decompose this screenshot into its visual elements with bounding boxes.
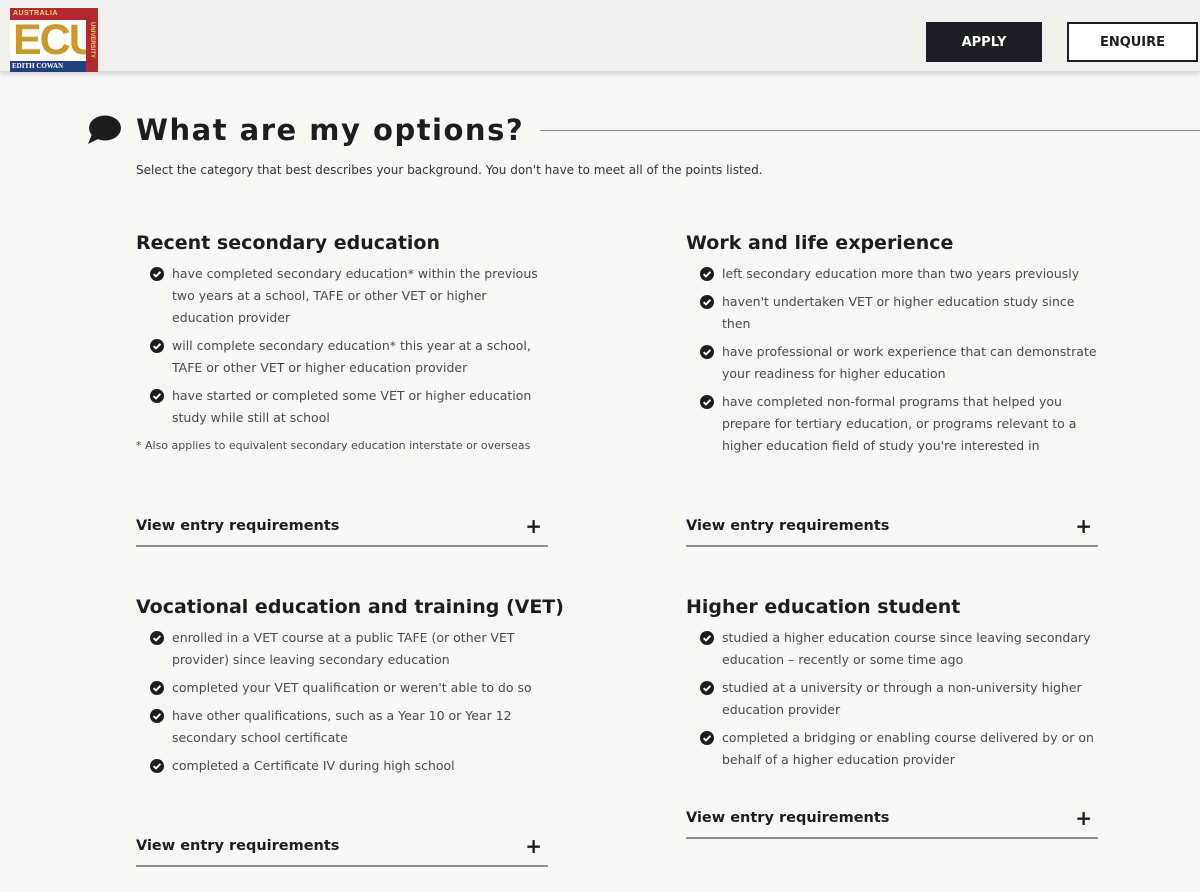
view-entry-requirements-toggle[interactable]: View entry requirements +	[136, 827, 548, 867]
check-circle-icon	[150, 709, 164, 723]
point-text: studied at a university or through a non…	[722, 680, 1082, 717]
entry-label: View entry requirements	[686, 810, 890, 826]
point-text: completed a bridging or enabling course …	[722, 730, 1094, 767]
check-circle-icon	[150, 339, 164, 353]
check-circle-icon	[700, 681, 714, 695]
apply-button[interactable]: APPLY	[926, 22, 1042, 62]
point-text: left secondary education more than two y…	[722, 266, 1080, 281]
points-list: have completed secondary education* with…	[136, 263, 548, 429]
point-text: have started or completed some VET or hi…	[172, 388, 532, 425]
logo-bottom-text: EDITH COWAN	[10, 61, 86, 72]
logo-side-text: UNIVERSITY	[86, 8, 98, 72]
point-text: studied a higher education course since …	[722, 630, 1091, 667]
card-recent-secondary: Recent secondary education have complete…	[136, 229, 548, 569]
card-higher-education-student: Higher education student studied a highe…	[686, 593, 1098, 863]
card-title: Recent secondary education	[136, 232, 440, 254]
entry-label: View entry requirements	[136, 838, 340, 854]
check-circle-icon	[150, 681, 164, 695]
view-entry-requirements-toggle[interactable]: View entry requirements +	[136, 507, 548, 547]
logo-letters-text: ECU	[13, 16, 86, 64]
check-circle-icon	[150, 267, 164, 281]
points-list: enrolled in a VET course at a public TAF…	[136, 627, 548, 777]
card-title: Higher education student	[686, 596, 961, 618]
speech-bubble-icon	[88, 115, 121, 144]
ecu-logo[interactable]: AUSTRALIA ECU EDITH COWAN UNIVERSITY	[10, 8, 98, 72]
point-text: have other qualifications, such as a Yea…	[172, 708, 512, 745]
check-circle-icon	[700, 395, 714, 409]
point-text: have professional or work experience tha…	[722, 344, 1097, 381]
list-item: completed a Certificate IV during high s…	[136, 755, 548, 777]
plus-icon: +	[525, 514, 542, 538]
list-item: have completed secondary education* with…	[136, 263, 548, 329]
entry-label: View entry requirements	[136, 518, 340, 534]
list-item: studied a higher education course since …	[686, 627, 1098, 671]
logo-mark: AUSTRALIA ECU EDITH COWAN	[10, 8, 86, 72]
list-item: completed your VET qualification or were…	[136, 677, 548, 699]
list-item: have completed non-formal programs that …	[686, 391, 1098, 457]
list-item: studied at a university or through a non…	[686, 677, 1098, 721]
card-vet: Vocational education and training (VET) …	[136, 593, 564, 883]
point-text: enrolled in a VET course at a public TAF…	[172, 630, 515, 667]
site-header: AUSTRALIA ECU EDITH COWAN UNIVERSITY APP…	[0, 0, 1200, 72]
list-item: completed a bridging or enabling course …	[686, 727, 1098, 771]
check-circle-icon	[700, 267, 714, 281]
list-item: enrolled in a VET course at a public TAF…	[136, 627, 548, 671]
view-entry-requirements-toggle[interactable]: View entry requirements +	[686, 799, 1098, 839]
points-list: studied a higher education course since …	[686, 627, 1098, 771]
section-heading: What are my options?	[86, 110, 1200, 150]
section-subtitle: Select the category that best describes …	[136, 163, 763, 177]
point-text: haven't undertaken VET or higher educati…	[722, 294, 1075, 331]
card-work-life-experience: Work and life experience left secondary …	[686, 229, 1098, 569]
card-title: Work and life experience	[686, 232, 954, 254]
point-text: completed your VET qualification or were…	[172, 680, 532, 695]
footnote: * Also applies to equivalent secondary e…	[136, 439, 531, 452]
check-circle-icon	[150, 759, 164, 773]
check-circle-icon	[150, 389, 164, 403]
check-circle-icon	[700, 731, 714, 745]
list-item: will complete secondary education* this …	[136, 335, 548, 379]
list-item: left secondary education more than two y…	[686, 263, 1098, 285]
point-text: completed a Certificate IV during high s…	[172, 758, 455, 773]
point-text: will complete secondary education* this …	[172, 338, 531, 375]
list-item: have professional or work experience tha…	[686, 341, 1098, 385]
view-entry-requirements-toggle[interactable]: View entry requirements +	[686, 507, 1098, 547]
list-item: have started or completed some VET or hi…	[136, 385, 548, 429]
check-circle-icon	[700, 295, 714, 309]
enquire-button[interactable]: ENQUIRE	[1067, 22, 1198, 62]
point-text: have completed non-formal programs that …	[722, 394, 1077, 453]
point-text: have completed secondary education* with…	[172, 266, 538, 325]
plus-icon: +	[1075, 514, 1092, 538]
check-circle-icon	[700, 345, 714, 359]
points-list: left secondary education more than two y…	[686, 263, 1098, 457]
logo-letters: ECU	[13, 18, 86, 62]
title-divider	[540, 129, 1200, 131]
list-item: haven't undertaken VET or higher educati…	[686, 291, 1098, 335]
check-circle-icon	[700, 631, 714, 645]
plus-icon: +	[1075, 806, 1092, 830]
plus-icon: +	[525, 834, 542, 858]
entry-label: View entry requirements	[686, 518, 890, 534]
page-title: What are my options?	[136, 113, 525, 147]
card-title: Vocational education and training (VET)	[136, 596, 564, 618]
list-item: have other qualifications, such as a Yea…	[136, 705, 548, 749]
check-circle-icon	[150, 631, 164, 645]
